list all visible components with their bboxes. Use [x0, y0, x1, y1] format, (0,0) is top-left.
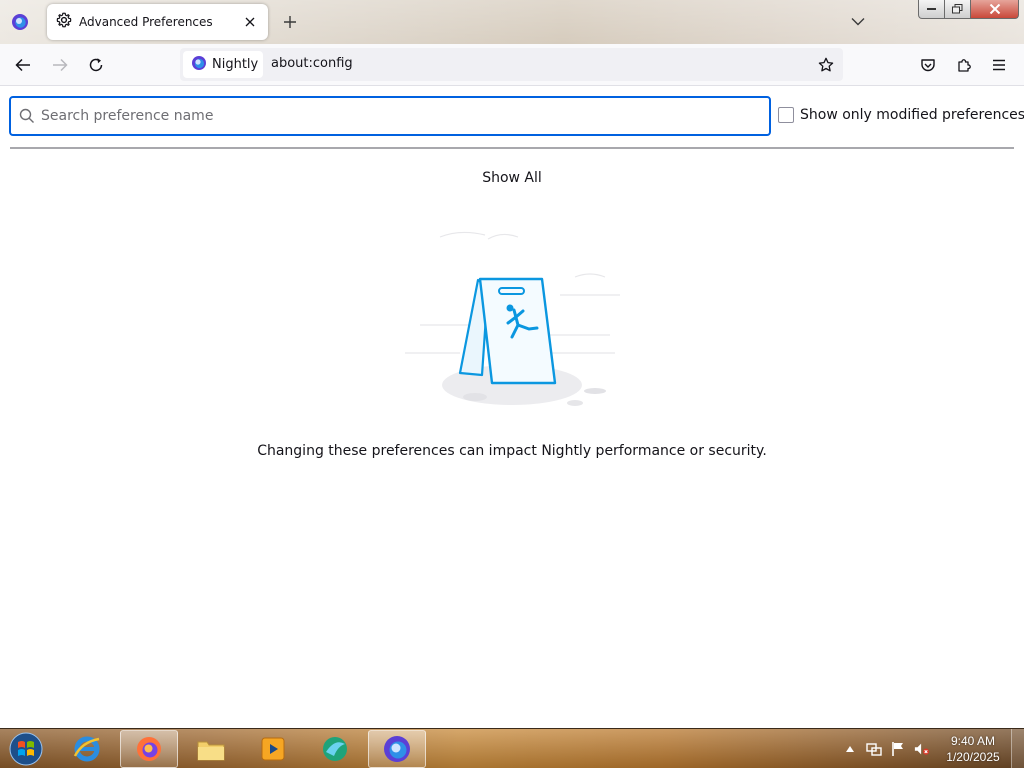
- url-bar[interactable]: Nightly about:config: [180, 48, 843, 81]
- forward-arrow-icon[interactable]: [47, 52, 73, 78]
- volume-muted-icon[interactable]: [914, 741, 930, 757]
- extensions-puzzle-icon[interactable]: [951, 52, 977, 78]
- close-tab-icon[interactable]: [240, 12, 260, 32]
- nightly-taskbar-icon[interactable]: [368, 730, 426, 768]
- nightly-icon[interactable]: [6, 8, 34, 36]
- chevron-down-icon[interactable]: [849, 12, 867, 30]
- show-all-button[interactable]: Show All: [462, 165, 562, 191]
- show-modified-checkbox[interactable]: [778, 107, 794, 123]
- restore-button[interactable]: [945, 0, 971, 19]
- tab-advanced-preferences[interactable]: Advanced Preferences: [47, 4, 268, 40]
- internet-explorer-icon[interactable]: [58, 730, 116, 768]
- pocket-icon[interactable]: [915, 52, 941, 78]
- identity-label: Nightly: [212, 57, 259, 72]
- system-tray: [842, 731, 930, 767]
- media-player-icon[interactable]: [244, 730, 302, 768]
- taskbar-clock[interactable]: 9:40 AM 1/20/2025: [938, 733, 1008, 765]
- show-hidden-icons-icon[interactable]: [842, 741, 858, 757]
- taskbar: 9:40 AM 1/20/2025: [0, 728, 1024, 768]
- firefox-icon[interactable]: [120, 730, 178, 768]
- show-desktop-button[interactable]: [1011, 729, 1024, 768]
- close-window-button[interactable]: [971, 0, 1019, 19]
- search-field[interactable]: [9, 96, 771, 136]
- tab-strip: Advanced Preferences: [0, 0, 1024, 44]
- navigation-toolbar: Nightly about:config: [0, 44, 1024, 86]
- gear-icon: [56, 12, 72, 32]
- file-explorer-icon[interactable]: [182, 730, 240, 768]
- bookmark-star-icon[interactable]: [815, 54, 837, 76]
- window-controls: [918, 0, 1019, 19]
- search-preference-input[interactable]: [41, 104, 761, 128]
- start-button[interactable]: [4, 731, 48, 767]
- new-tab-icon[interactable]: [280, 12, 300, 32]
- nightly-logo-icon: [191, 55, 207, 75]
- minimize-button[interactable]: [918, 0, 945, 19]
- tab-title: Advanced Preferences: [79, 15, 213, 29]
- url-text[interactable]: about:config: [271, 56, 353, 71]
- browser-icon[interactable]: [306, 730, 364, 768]
- clock-date: 1/20/2025: [946, 750, 1000, 764]
- reload-icon[interactable]: [83, 52, 109, 78]
- back-arrow-icon[interactable]: [10, 52, 36, 78]
- show-modified-label[interactable]: Show only modified preferences: [800, 107, 1024, 123]
- clock-time: 9:40 AM: [950, 734, 996, 748]
- action-center-flag-icon[interactable]: [890, 741, 906, 757]
- divider: [10, 147, 1014, 149]
- hamburger-menu-icon[interactable]: [986, 52, 1012, 78]
- warning-illustration: [400, 225, 625, 415]
- network-icon[interactable]: [866, 741, 882, 757]
- identity-box[interactable]: Nightly: [183, 51, 263, 78]
- search-icon: [19, 108, 35, 128]
- warning-text: Changing these preferences can impact Ni…: [257, 443, 767, 459]
